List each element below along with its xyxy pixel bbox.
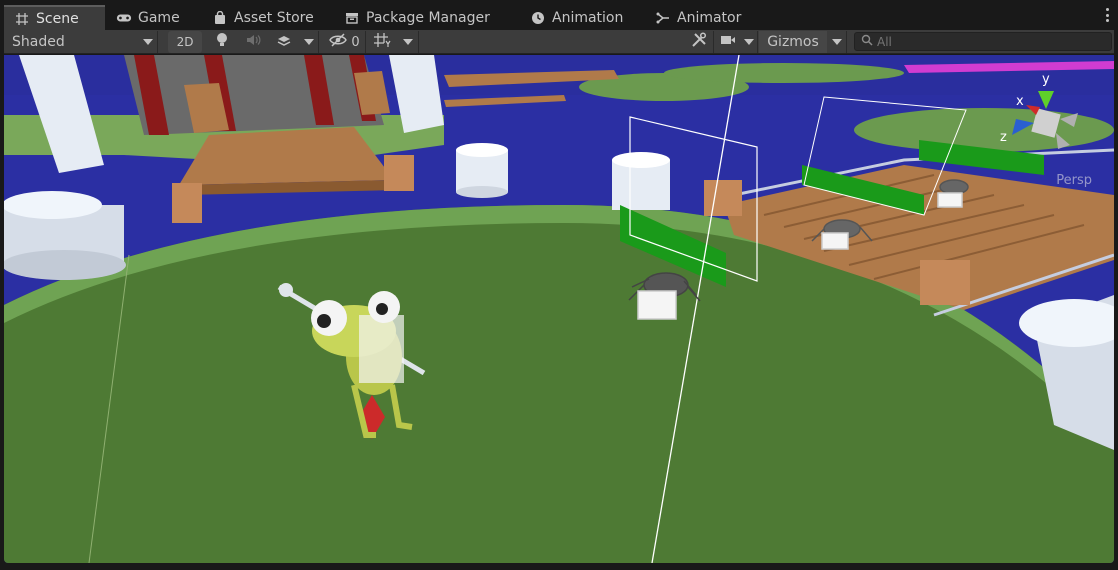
tools-button[interactable] [684, 31, 714, 53]
grid-icon [14, 11, 30, 27]
gizmos-toggle-button[interactable]: Gizmos [759, 31, 827, 53]
tab-label: Animation [552, 9, 624, 26]
tab-label: Scene [36, 10, 79, 27]
x-axis-label: x [1016, 94, 1024, 109]
shopping-bag-icon [212, 10, 228, 26]
tab-asset-store[interactable]: Asset Store [202, 5, 327, 30]
scene-toolbar: Shaded 2D 0 Gizmos All [4, 30, 1114, 54]
z-axis-cone [1012, 119, 1034, 135]
package-icon [344, 10, 360, 26]
grid-dropdown[interactable] [397, 31, 419, 53]
eye-slash-icon [329, 33, 348, 51]
cylinder-center [456, 143, 508, 198]
tab-label: Animator [677, 9, 742, 26]
y-axis-label: y [1042, 72, 1050, 87]
tab-label: Package Manager [366, 9, 490, 26]
chevron-down-icon [831, 39, 842, 45]
grid-toggle-button[interactable] [369, 31, 395, 53]
window-bottom-edge [0, 563, 1118, 570]
clock-icon [530, 10, 546, 26]
scene-viewport[interactable]: y x z Persp [4, 55, 1114, 563]
tab-label: Game [138, 9, 180, 26]
tab-scene[interactable]: Scene [4, 5, 105, 30]
y-axis-cone [1038, 91, 1054, 109]
editor-tab-bar: Scene Game Asset Store Package Manager A… [0, 0, 1118, 30]
tab-animator[interactable]: Animator [645, 5, 755, 30]
scene-render [4, 55, 1114, 563]
gamepad-icon [116, 10, 132, 26]
z-axis-label: z [1000, 130, 1007, 145]
search-icon [861, 34, 873, 50]
chevron-down-icon [743, 39, 754, 45]
lighting-toggle-button[interactable] [209, 31, 235, 53]
hidden-objects-count: 0 [351, 34, 360, 50]
shading-mode-dropdown[interactable]: Shaded [8, 31, 158, 53]
gizmos-label: Gizmos [767, 34, 819, 50]
tab-animation[interactable]: Animation [520, 5, 635, 30]
camera-settings-button[interactable] [716, 31, 740, 53]
cylinder-mid [612, 152, 670, 210]
audio-toggle-button[interactable] [240, 31, 266, 53]
tab-package-manager[interactable]: Package Manager [334, 5, 514, 30]
tab-game[interactable]: Game [106, 5, 196, 30]
lightbulb-icon [216, 32, 228, 52]
speaker-icon [245, 33, 261, 51]
hidden-objects-toggle[interactable]: 0 [324, 31, 366, 53]
more-options-icon[interactable] [1104, 8, 1110, 22]
projection-toggle[interactable]: Persp [1056, 173, 1092, 188]
video-camera-icon [720, 34, 736, 50]
grid-snap-icon [373, 32, 391, 52]
search-input[interactable] [877, 34, 1097, 49]
2d-toggle-button[interactable]: 2D [168, 31, 202, 53]
gizmos-dropdown[interactable] [827, 31, 847, 53]
effects-dropdown[interactable] [299, 31, 319, 53]
animator-icon [655, 10, 671, 26]
chevron-down-icon [402, 39, 413, 45]
camera-settings-dropdown[interactable] [740, 31, 758, 53]
effects-toggle-button[interactable] [271, 31, 297, 53]
chevron-down-icon [303, 39, 314, 45]
chevron-down-icon [143, 39, 153, 45]
shading-mode-label: Shaded [12, 34, 65, 50]
layers-effects-icon [276, 33, 292, 51]
tools-icon [691, 32, 707, 52]
tab-label: Asset Store [234, 9, 314, 26]
scene-search-field[interactable] [854, 32, 1112, 51]
2d-label: 2D [176, 35, 194, 49]
